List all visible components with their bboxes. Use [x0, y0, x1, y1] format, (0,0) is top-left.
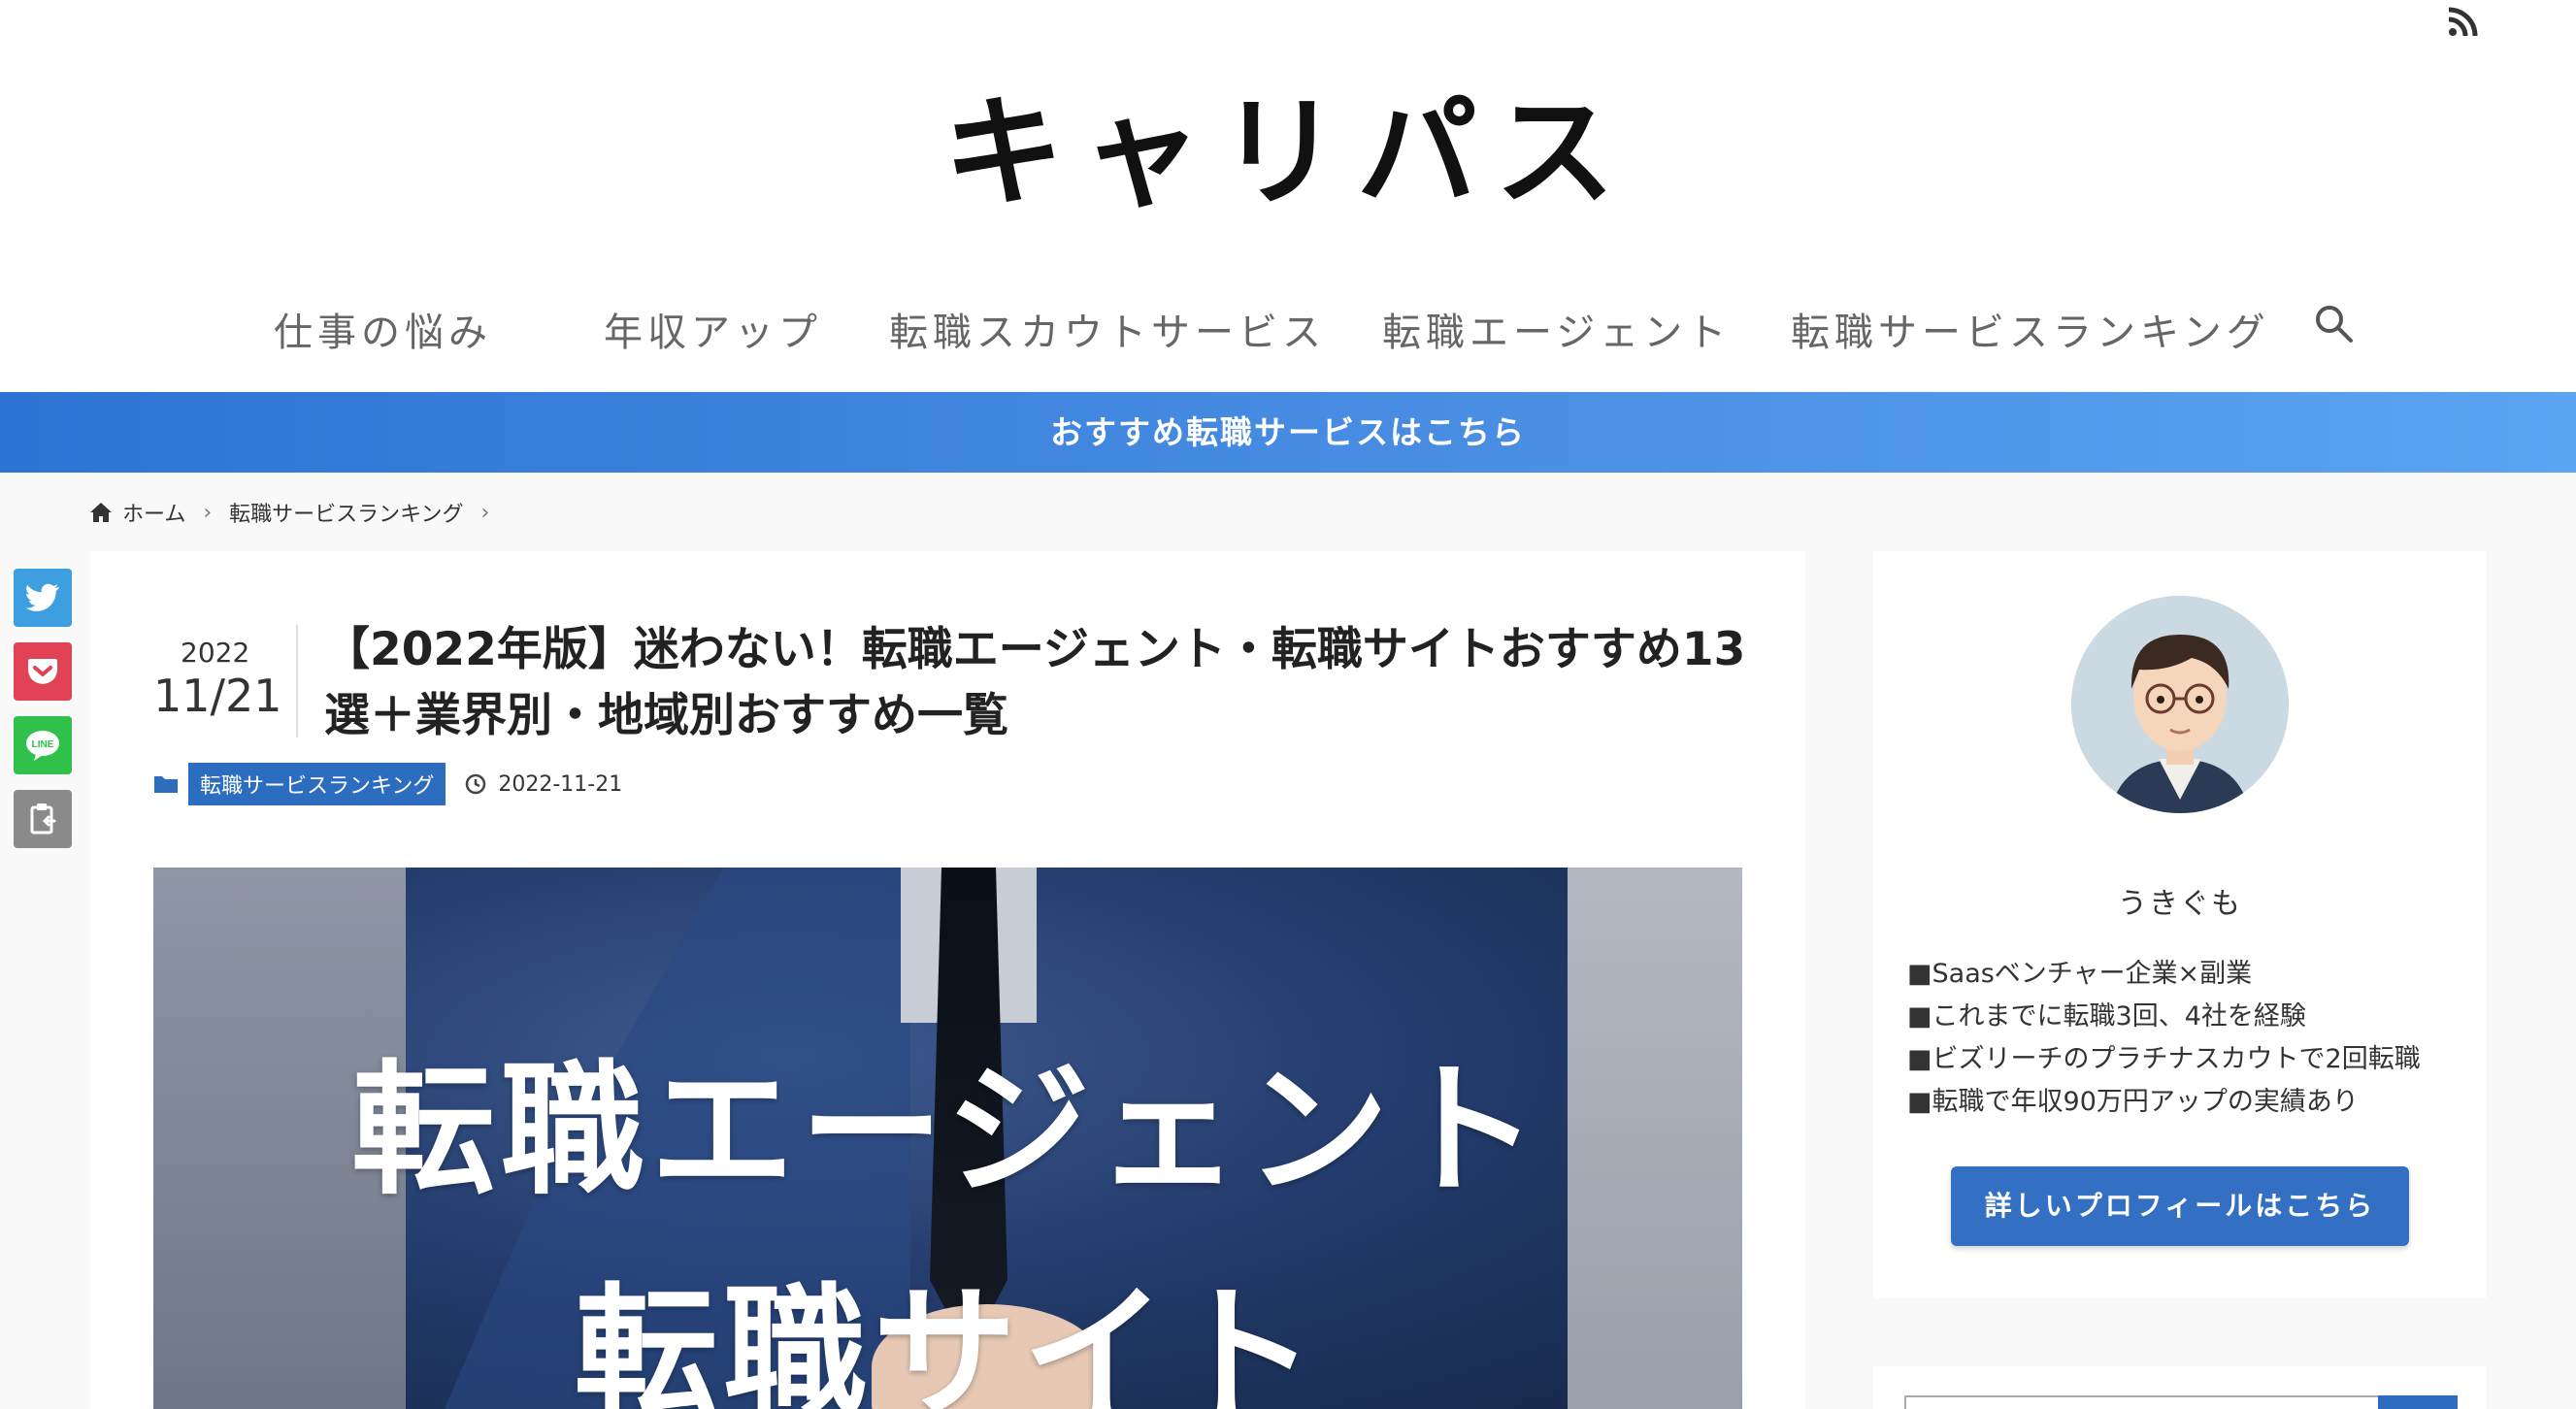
pocket-share-button[interactable]	[14, 642, 72, 701]
history-clock-icon	[466, 773, 486, 795]
twitter-share-button[interactable]	[14, 569, 72, 627]
nav-item-shigoto[interactable]: 仕事の悩み	[274, 301, 492, 357]
twitter-icon	[26, 583, 59, 611]
copy-url-button[interactable]	[14, 790, 72, 848]
breadcrumb-home[interactable]: ホーム	[122, 497, 185, 528]
line-icon: LINE	[26, 731, 59, 761]
eyecatch-image: 転職エージェント 転職サイト	[153, 868, 1742, 1409]
chevron-right-icon: ›	[203, 500, 213, 525]
breadcrumb-category[interactable]: 転職サービスランキング	[229, 497, 463, 528]
breadcrumb: ホーム › 転職サービスランキング ›	[89, 497, 497, 528]
post-date-year: 2022	[181, 637, 250, 669]
updated-date: 2022-11-21	[498, 771, 623, 797]
nav-item-agent[interactable]: 転職エージェント	[1382, 301, 1731, 357]
copy-icon	[30, 803, 56, 835]
site-logo[interactable]: キャリパス	[0, 85, 2576, 221]
line-share-button[interactable]: LINE	[14, 716, 72, 774]
profile-line: ■転職で年収90万円アップの実績あり	[1907, 1087, 2359, 1117]
sidebar-search-button[interactable]	[2378, 1395, 2458, 1409]
avatar	[2071, 596, 2289, 813]
profile-name: うきぐも	[2118, 887, 2242, 921]
profile-line: ■これまでに転職3回、4社を経験	[1907, 1001, 2306, 1032]
global-nav: 仕事の悩み 年収アップ 転職スカウトサービス 転職エージェント 転職サービスラン…	[0, 291, 2576, 369]
pocket-icon	[28, 659, 57, 684]
eyecatch-text-line1: 転職エージェント	[350, 1047, 1545, 1214]
rss-icon[interactable]	[2446, 6, 2479, 39]
sidebar-search-input[interactable]	[1904, 1395, 2384, 1409]
nav-item-scout[interactable]: 転職スカウトサービス	[889, 301, 1326, 357]
article-meta: 転職サービスランキング 2022-11-21	[153, 763, 622, 805]
date-divider	[296, 625, 298, 737]
recommend-banner[interactable]: おすすめ転職サービスはこちら	[0, 392, 2576, 473]
nav-item-nenshu[interactable]: 年収アップ	[604, 301, 822, 357]
post-date-monthday: 11/21	[153, 670, 282, 722]
home-icon	[90, 503, 112, 522]
nav-item-ranking[interactable]: 転職サービスランキング	[1791, 301, 2270, 357]
profile-detail-button[interactable]: 詳しいプロフィールはこちら	[1951, 1166, 2409, 1246]
profile-line: ■Saasベンチャー企業×副業	[1907, 959, 2253, 989]
article-title: 【2022年版】迷わない！転職エージェント・転職サイトおすすめ13選＋業界別・地…	[324, 623, 1746, 742]
profile-list: ■Saasベンチャー企業×副業 ■これまでに転職3回、4社を経験 ■ビズリーチの…	[1907, 953, 2421, 1124]
profile-line: ■ビズリーチのプラチナスカウトで2回転職	[1907, 1044, 2421, 1074]
line-label: LINE	[32, 739, 54, 750]
chevron-right-icon: ›	[480, 500, 490, 525]
eyecatch-text-line2: 転職サイト	[574, 1270, 1322, 1409]
search-icon[interactable]	[2313, 303, 2356, 345]
category-tag[interactable]: 転職サービスランキング	[188, 763, 446, 805]
folder-icon	[154, 776, 178, 793]
